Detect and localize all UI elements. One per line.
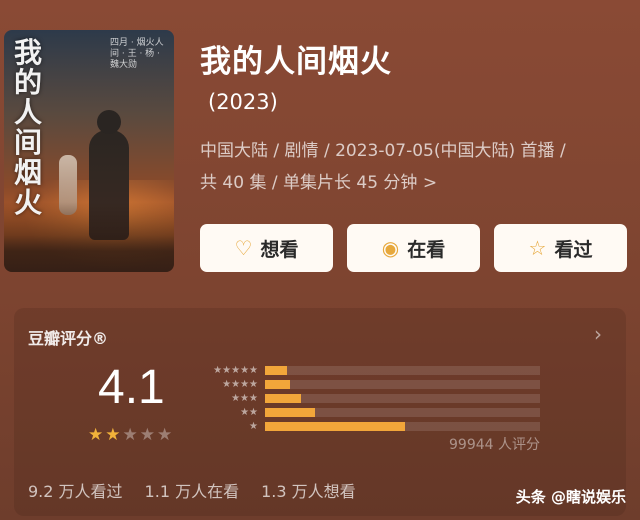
want-label: 想看: [260, 238, 299, 261]
rating-score: 4.1: [98, 361, 165, 414]
star-filled-icon: ★: [105, 425, 123, 445]
show-title: 我的人间烟火: [200, 44, 392, 80]
show-year: (2023): [208, 90, 278, 114]
watch-stats: 9.2 万人看过 1.1 万人在看 1.3 万人想看: [28, 478, 356, 502]
watching-count[interactable]: 1.1 万人在看: [145, 478, 240, 502]
poster-image[interactable]: 我的人间烟火 四月 · 烟火人间 · 王 · 杨 · 魏大勋: [4, 30, 174, 272]
dist-stars-2: ★★: [240, 407, 258, 418]
star-empty-icon: ★: [122, 425, 140, 445]
watermark-text: 头条 @瞎说娱乐: [515, 488, 626, 506]
dist-bar-2: [265, 408, 540, 417]
rating-label: 豆瓣评分®: [28, 329, 109, 348]
show-meta-line1: 中国大陆 / 剧情 / 2023-07-05(中国大陆) 首播 /: [200, 141, 566, 161]
seen-button[interactable]: ☆ 看过: [494, 224, 627, 272]
want-to-watch-button[interactable]: ♡ 想看: [200, 224, 333, 272]
dist-bar-5: [265, 366, 540, 375]
dist-stars-5: ★★★★★: [213, 365, 258, 376]
watching-label: 在看: [407, 238, 446, 261]
dist-bar-fill-2: [265, 408, 315, 417]
star-empty-icon: ★: [139, 425, 157, 445]
dist-bar-3: [265, 394, 540, 403]
circle-dot-icon: ◉: [381, 236, 400, 260]
heart-plus-icon: ♡: [234, 236, 253, 260]
dist-stars-1: ★: [249, 421, 258, 432]
chevron-right-icon[interactable]: ›: [594, 322, 602, 346]
dist-bar-fill-3: [265, 394, 301, 403]
star-filled-icon: ★: [88, 425, 106, 445]
dist-stars-4: ★★★★: [222, 379, 258, 390]
dist-bar-4: [265, 380, 540, 389]
seen-label: 看过: [554, 238, 593, 261]
poster-side-text: 四月 · 烟火人间 · 王 · 杨 · 魏大勋: [110, 38, 164, 70]
want-count[interactable]: 1.3 万人想看: [261, 478, 356, 502]
dist-bar-fill-5: [265, 366, 287, 375]
rating-stars: ★★★★★: [88, 425, 174, 445]
seen-count[interactable]: 9.2 万人看过: [28, 478, 123, 502]
dist-bar-fill-1: [265, 422, 406, 431]
star-empty-icon: ★: [157, 425, 175, 445]
dist-bar-fill-4: [265, 380, 290, 389]
star-outline-icon: ☆: [528, 236, 547, 260]
show-meta-line2[interactable]: 共 40 集 / 单集片长 45 分钟 >: [200, 168, 630, 193]
watching-button[interactable]: ◉ 在看: [347, 224, 480, 272]
poster-title: 我的人间烟火: [14, 36, 43, 219]
dist-stars-3: ★★★: [231, 393, 258, 404]
rating-count[interactable]: 99944 人评分: [449, 434, 540, 454]
dist-bar-1: [265, 422, 540, 431]
